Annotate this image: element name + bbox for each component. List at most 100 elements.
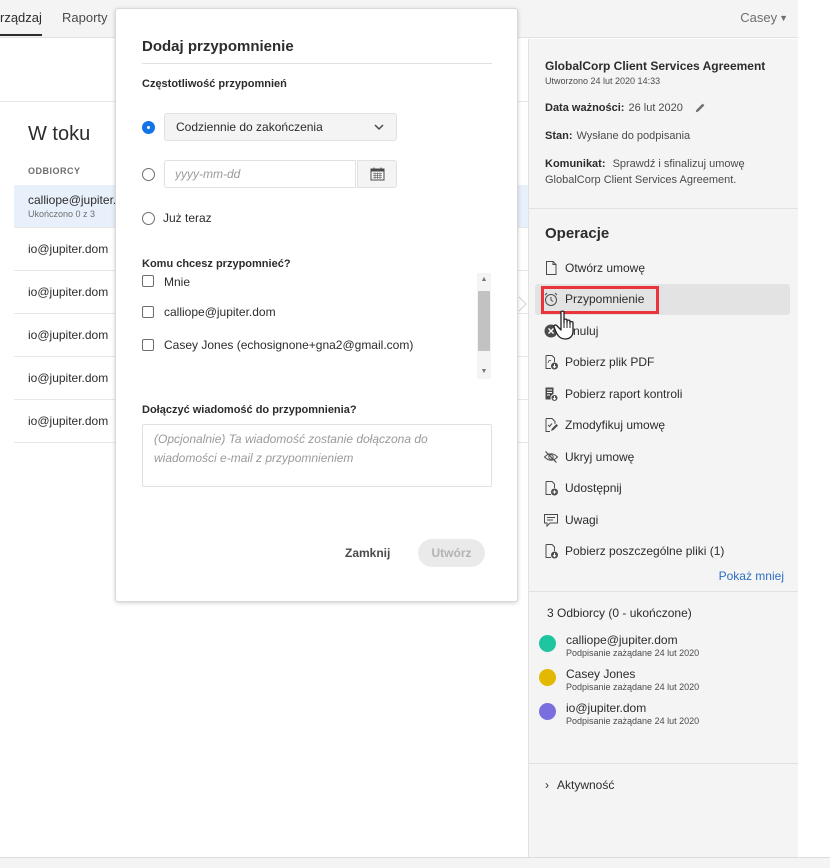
recipient-item[interactable]: calliope@jupiter.dom Podpisanie zażądane… [529,630,798,661]
hide-icon [543,450,559,463]
recipient-status: Podpisanie zażądane 24 lut 2020 [566,716,700,726]
recipient-status: Podpisanie zażądane 24 lut 2020 [566,648,700,658]
who-label: Komu chcesz przypomnieć? [142,258,291,270]
message-label: Dołączyć wiadomość do przypomnienia? [142,404,357,416]
show-less-link[interactable]: Pokaż mniej [529,569,798,591]
op-label: Pobierz plik PDF [565,355,655,370]
op-modify-agreement[interactable]: Zmodyfikuj umowę [529,410,798,442]
activity-label: Aktywność [557,778,615,792]
op-hide-agreement[interactable]: Ukryj umowę [529,441,798,473]
recipients-title: 3 Odbiorcy (0 - ukończone) [547,606,692,620]
panel-pointer-icon [518,296,527,312]
checkbox[interactable] [142,275,154,287]
operations-title: Operacje [545,225,610,242]
op-download-pdf[interactable]: Pobierz plik PDF [529,347,798,379]
document-icon [546,260,557,275]
create-button[interactable]: Utwórz [418,539,485,567]
recipient-name: io@jupiter.dom [566,701,647,715]
expiry-row: Data ważności: 26 lut 2020 [545,100,782,116]
date-input[interactable] [164,160,356,188]
bottom-bar [0,857,830,868]
chevron-right-icon: › [545,778,549,792]
add-reminder-dialog: Dodaj przypomnienie Częstotliwość przypo… [115,8,518,602]
share-icon [545,481,558,496]
op-cancel[interactable]: Anuluj [529,315,798,347]
op-label: Udostępnij [565,481,622,496]
calendar-button[interactable] [357,160,397,188]
user-name: Casey [740,10,778,25]
column-header-recipients[interactable]: ODBIORCY [28,166,81,176]
user-menu[interactable]: Casey ▼ [740,10,788,25]
divider [142,63,492,64]
comment-icon [544,513,558,527]
message-label: Komunikat: [545,158,606,170]
avatar [539,703,556,720]
expiry-value: 26 lut 2020 [628,102,683,114]
expiry-label: Data ważności: [545,102,625,114]
radio-date[interactable] [142,168,155,181]
radio-now[interactable] [142,212,155,225]
op-label: Ukryj umowę [565,449,635,464]
status-label: Stan: [545,130,573,142]
op-download-files[interactable]: Pobierz poszczególne pliki (1) [529,536,798,568]
checkbox-me[interactable]: Mnie [142,273,492,295]
op-label: Pobierz raport kontroli [565,386,683,401]
audit-report-icon [545,387,559,402]
op-open-agreement[interactable]: Otwórz umowę [529,252,798,284]
recipient-item[interactable]: io@jupiter.dom Podpisanie zażądane 24 lu… [529,698,798,729]
cancel-icon [544,324,558,338]
op-label: Otwórz umowę [565,260,646,275]
op-label: Anuluj [565,323,599,338]
frequency-select[interactable]: Codziennie do zakończenia [164,113,397,141]
operations-list: Otwórz umowę Przypomnienie Anuluj Pobier… [529,252,798,567]
download-pdf-icon [545,355,558,370]
recipient-name: calliope@jupiter.dom [566,633,678,647]
alarm-clock-icon [544,292,558,307]
status-row: Stan: Wysłane do podpisania [545,128,782,144]
recipient-checklist: Mnie calliope@jupiter.dom Casey Jones (e… [142,273,492,381]
avatar [539,669,556,686]
frequency-select-value: Codziennie do zakończenia [176,120,323,134]
checkbox-calliope[interactable]: calliope@jupiter.dom [142,295,492,328]
op-download-audit[interactable]: Pobierz raport kontroli [529,378,798,410]
checkbox[interactable] [142,338,154,351]
op-reminder[interactable]: Przypomnienie [535,283,790,315]
recipient-item[interactable]: Casey Jones Podpisanie zażądane 24 lut 2… [529,664,798,695]
checkbox-casey[interactable]: Casey Jones (echosignone+gna2@gmail.com) [142,328,492,361]
checkbox-label: calliope@jupiter.dom [164,304,276,319]
pencil-icon[interactable] [693,101,707,115]
status-value: Wysłane do podpisania [576,130,691,142]
close-button[interactable]: Zamknij [345,546,390,560]
created-date: Utworzono 24 lut 2020 14:33 [545,76,661,86]
scroll-thumb[interactable] [478,291,490,351]
calendar-icon [370,167,384,181]
list-title: W toku [28,123,91,145]
recipient-status: Podpisanie zażądane 24 lut 2020 [566,682,700,692]
edit-document-icon [545,418,558,433]
chevron-down-icon [374,124,384,131]
frequency-label: Częstotliwość przypomnień [142,78,287,90]
dialog-title: Dodaj przypomnienie [142,38,294,55]
op-share[interactable]: Udostępnij [529,473,798,505]
tab-manage[interactable]: rządzaj [0,10,42,36]
tab-reports[interactable]: Raporty [62,10,108,25]
agreement-info: GlobalCorp Client Services Agreement Utw… [529,59,798,188]
now-label: Już teraz [163,211,212,225]
agreement-title: GlobalCorp Client Services Agreement [545,59,766,73]
op-label: Zmodyfikuj umowę [565,418,666,433]
checklist-scrollbar[interactable]: ▲ ▼ [477,273,491,379]
activity-toggle[interactable]: › Aktywność [529,764,798,806]
scroll-down-icon[interactable]: ▼ [477,365,491,379]
checkbox[interactable] [142,305,154,318]
checkbox-label: Mnie [164,275,191,289]
scroll-up-icon[interactable]: ▲ [477,273,491,287]
avatar [539,635,556,652]
op-notes[interactable]: Uwagi [529,504,798,536]
checkbox-label: Casey Jones (echosignone+gna2@gmail.com) [164,337,414,352]
radio-frequency[interactable] [142,121,155,134]
caret-down-icon: ▼ [779,12,788,23]
op-label: Uwagi [565,512,599,527]
details-panel: GlobalCorp Client Services Agreement Utw… [528,39,798,857]
op-label: Przypomnienie [565,292,645,307]
message-textarea[interactable] [142,424,492,487]
